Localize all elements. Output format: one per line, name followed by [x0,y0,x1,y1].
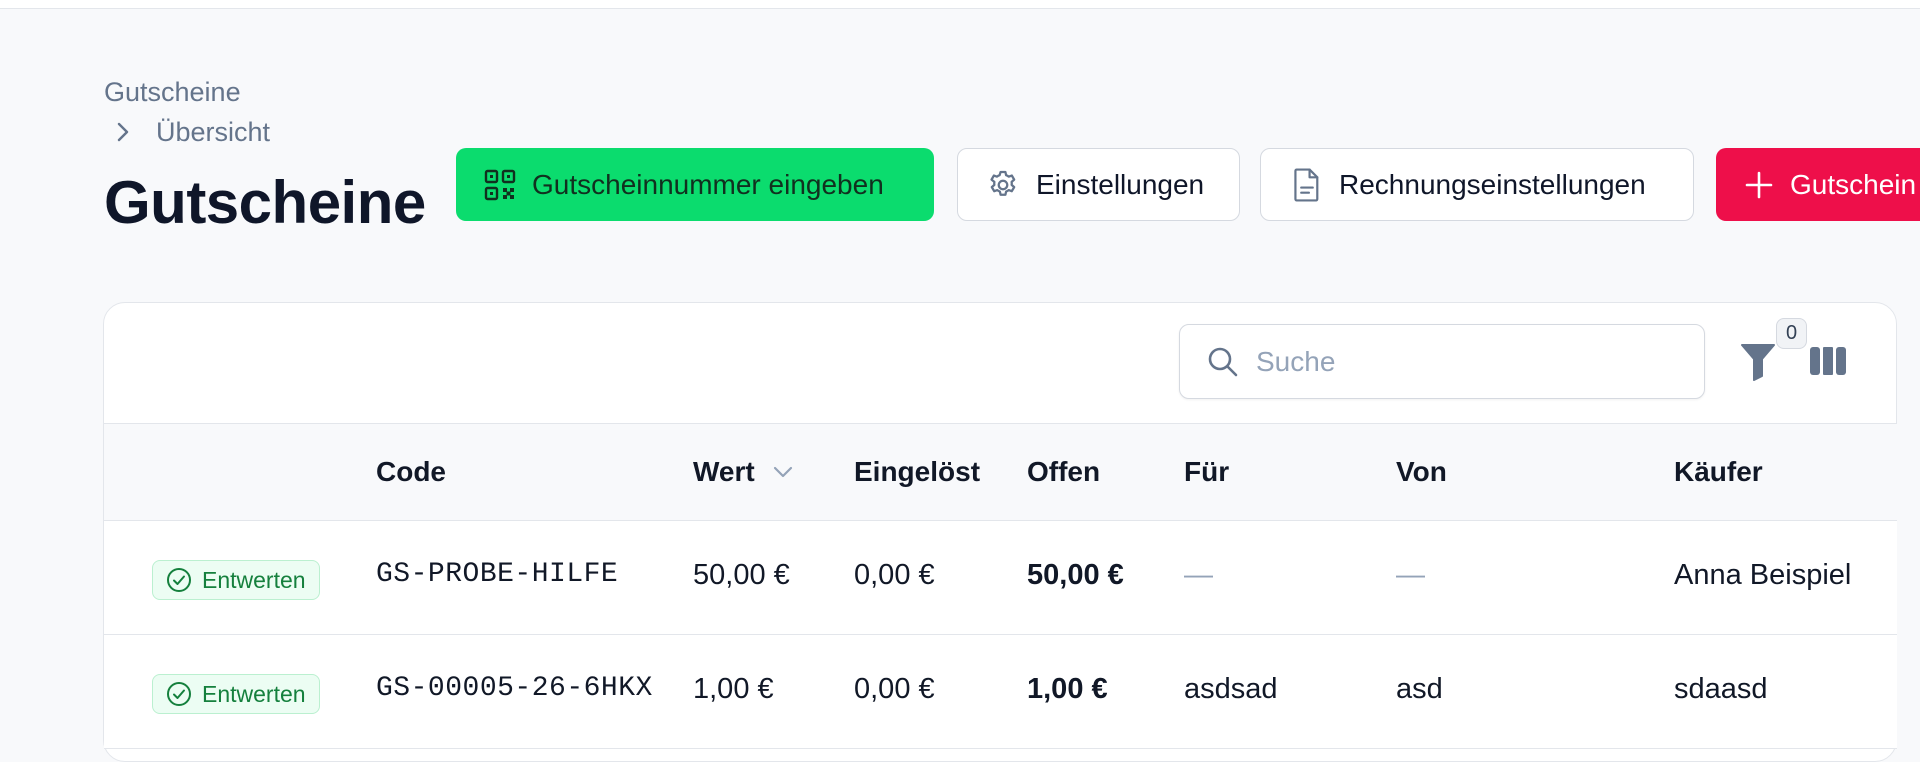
redeem-badge-button[interactable]: Entwerten [152,674,320,714]
search-field[interactable] [1179,324,1705,399]
enter-voucher-code-label: Gutscheinnummer eingeben [532,168,884,200]
recipient-cell: asdsad [1184,673,1278,705]
check-circle-icon [167,568,191,592]
code-cell: GS-00005-26-6HKX [376,673,653,704]
create-voucher-label: Gutschein [1790,168,1917,200]
breadcrumb-current: Übersicht [156,117,271,147]
filter-icon [1741,344,1775,381]
filter-count-badge: 0 [1776,318,1807,349]
column-header-kaeufer[interactable]: Käufer [1674,456,1763,488]
top-bar [0,0,1920,9]
table-header: Code Wert Eingelöst Offen Für Von Käufer [104,423,1897,521]
open-cell: 50,00 € [1027,559,1124,591]
invoice-settings-label: Rechnungseinstellungen [1339,168,1646,200]
code-cell: GS-PROBE-HILFE [376,559,619,590]
settings-label: Einstellungen [1036,168,1205,200]
invoice-settings-button[interactable]: Rechnungseinstellungen [1260,148,1694,221]
page-title: Gutscheine [104,169,426,236]
redeem-badge-button[interactable]: Entwerten [152,560,320,600]
buyer-cell: Anna Beispiel [1674,559,1852,591]
redeem-label: Entwerten [202,680,306,707]
recipient-cell: — [1184,559,1213,591]
redeemed-cell: 0,00 € [854,559,935,591]
table-row[interactable]: Entwerten GS-00005-26-6HKX 1,00 € 0,00 €… [104,635,1897,749]
column-header-von[interactable]: Von [1396,456,1447,488]
column-header-offen[interactable]: Offen [1027,456,1100,488]
redeem-label: Entwerten [202,566,306,593]
plus-icon [1744,170,1774,200]
value-cell: 50,00 € [693,559,790,591]
buyer-cell: sdaasd [1674,673,1768,705]
sender-cell: asd [1396,673,1443,705]
value-cell: 1,00 € [693,673,774,705]
document-icon [1291,167,1323,203]
table-row[interactable]: Entwerten GS-PROBE-HILFE 50,00 € 0,00 € … [104,521,1897,635]
settings-button[interactable]: Einstellungen [957,148,1240,221]
check-circle-icon [167,682,191,706]
column-header-wert-label: Wert [693,456,755,487]
redeemed-cell: 0,00 € [854,673,935,705]
sender-cell: — [1396,559,1425,591]
chevron-down-icon [773,466,792,478]
column-header-code[interactable]: Code [376,456,446,488]
filter-button[interactable] [1734,336,1782,386]
column-settings-button[interactable] [1808,345,1848,377]
breadcrumb: Gutscheine Übersicht [104,76,270,148]
column-header-wert[interactable]: Wert [693,456,793,488]
column-header-eingeloest[interactable]: Eingelöst [854,456,980,488]
chevron-right-icon [117,122,129,142]
columns-icon [1810,347,1846,375]
open-cell: 1,00 € [1027,673,1108,705]
search-input[interactable] [1256,345,1676,378]
qr-code-icon [484,169,516,201]
breadcrumb-root-link[interactable]: Gutscheine [104,76,270,108]
create-voucher-button[interactable]: Gutschein [1716,148,1920,221]
gear-icon [986,168,1020,202]
search-icon [1208,347,1238,376]
column-header-fuer[interactable]: Für [1184,456,1229,488]
enter-voucher-code-button[interactable]: Gutscheinnummer eingeben [456,148,934,221]
